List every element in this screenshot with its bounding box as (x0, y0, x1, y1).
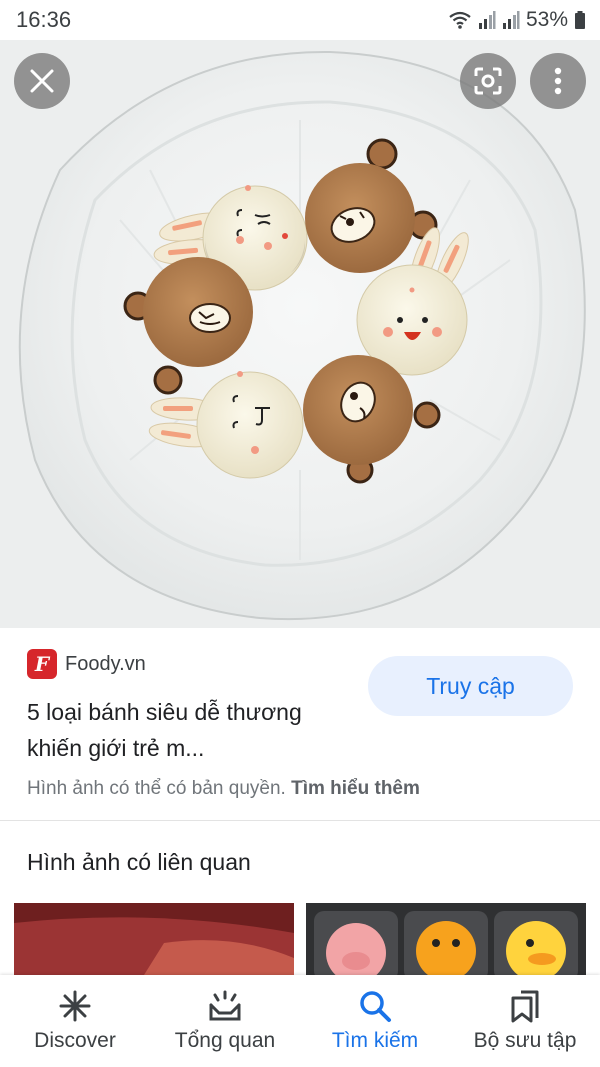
bottom-navigation: Discover Tổng quan Tìm kiếm Bộ sưu tập (0, 975, 600, 1067)
copyright-text: Hình ảnh có thể có bản quyền. (27, 778, 286, 799)
more-vert-icon (554, 67, 562, 95)
search-icon (360, 991, 391, 1022)
foody-logo: F (27, 649, 57, 679)
nav-collections[interactable]: Bộ sưu tập (450, 975, 600, 1067)
collections-icon (511, 990, 539, 1023)
status-icons: 53% (448, 8, 586, 32)
divider (0, 820, 600, 821)
discover-icon (59, 990, 91, 1022)
nav-label-discover: Discover (34, 1029, 116, 1052)
source-panel: F Foody.vn 5 loại bánh siêu dễ thương kh… (0, 628, 600, 820)
macaron-photo (0, 40, 600, 628)
lens-button[interactable] (460, 53, 516, 109)
nav-discover[interactable]: Discover (0, 975, 150, 1067)
related-thumbnail[interactable] (306, 903, 586, 975)
more-options-button[interactable] (530, 53, 586, 109)
source-title[interactable]: 5 loại bánh siêu dễ thương khiến giới tr… (27, 694, 357, 766)
nav-search[interactable]: Tìm kiếm (300, 975, 450, 1067)
battery-percent: 53% (525, 8, 568, 31)
status-bar: 16:36 53% (0, 0, 600, 40)
learn-more-link[interactable]: Tìm hiểu thêm (291, 778, 420, 799)
nav-label-collections: Bộ sưu tập (473, 1029, 577, 1052)
nav-updates[interactable]: Tổng quan (150, 975, 300, 1067)
status-time: 16:36 (16, 7, 72, 32)
close-button[interactable] (14, 53, 70, 109)
signal-icon (478, 11, 496, 29)
copyright-notice: Hình ảnh có thể có bản quyền. Tìm hiểu t… (27, 778, 420, 800)
close-icon (30, 69, 54, 93)
visit-button[interactable]: Truy cập (368, 656, 573, 716)
updates-icon (209, 990, 241, 1021)
nav-label-updates: Tổng quan (174, 1029, 276, 1052)
image-viewer[interactable] (0, 40, 600, 628)
nav-label-search: Tìm kiếm (331, 1029, 419, 1052)
signal-icon (502, 11, 520, 29)
related-thumbnail[interactable] (14, 903, 294, 975)
source-site-name[interactable]: Foody.vn (65, 653, 146, 676)
related-images-heading: Hình ảnh có liên quan (27, 849, 251, 875)
lens-icon (474, 67, 502, 95)
battery-icon (575, 11, 585, 29)
wifi-icon (449, 11, 471, 29)
